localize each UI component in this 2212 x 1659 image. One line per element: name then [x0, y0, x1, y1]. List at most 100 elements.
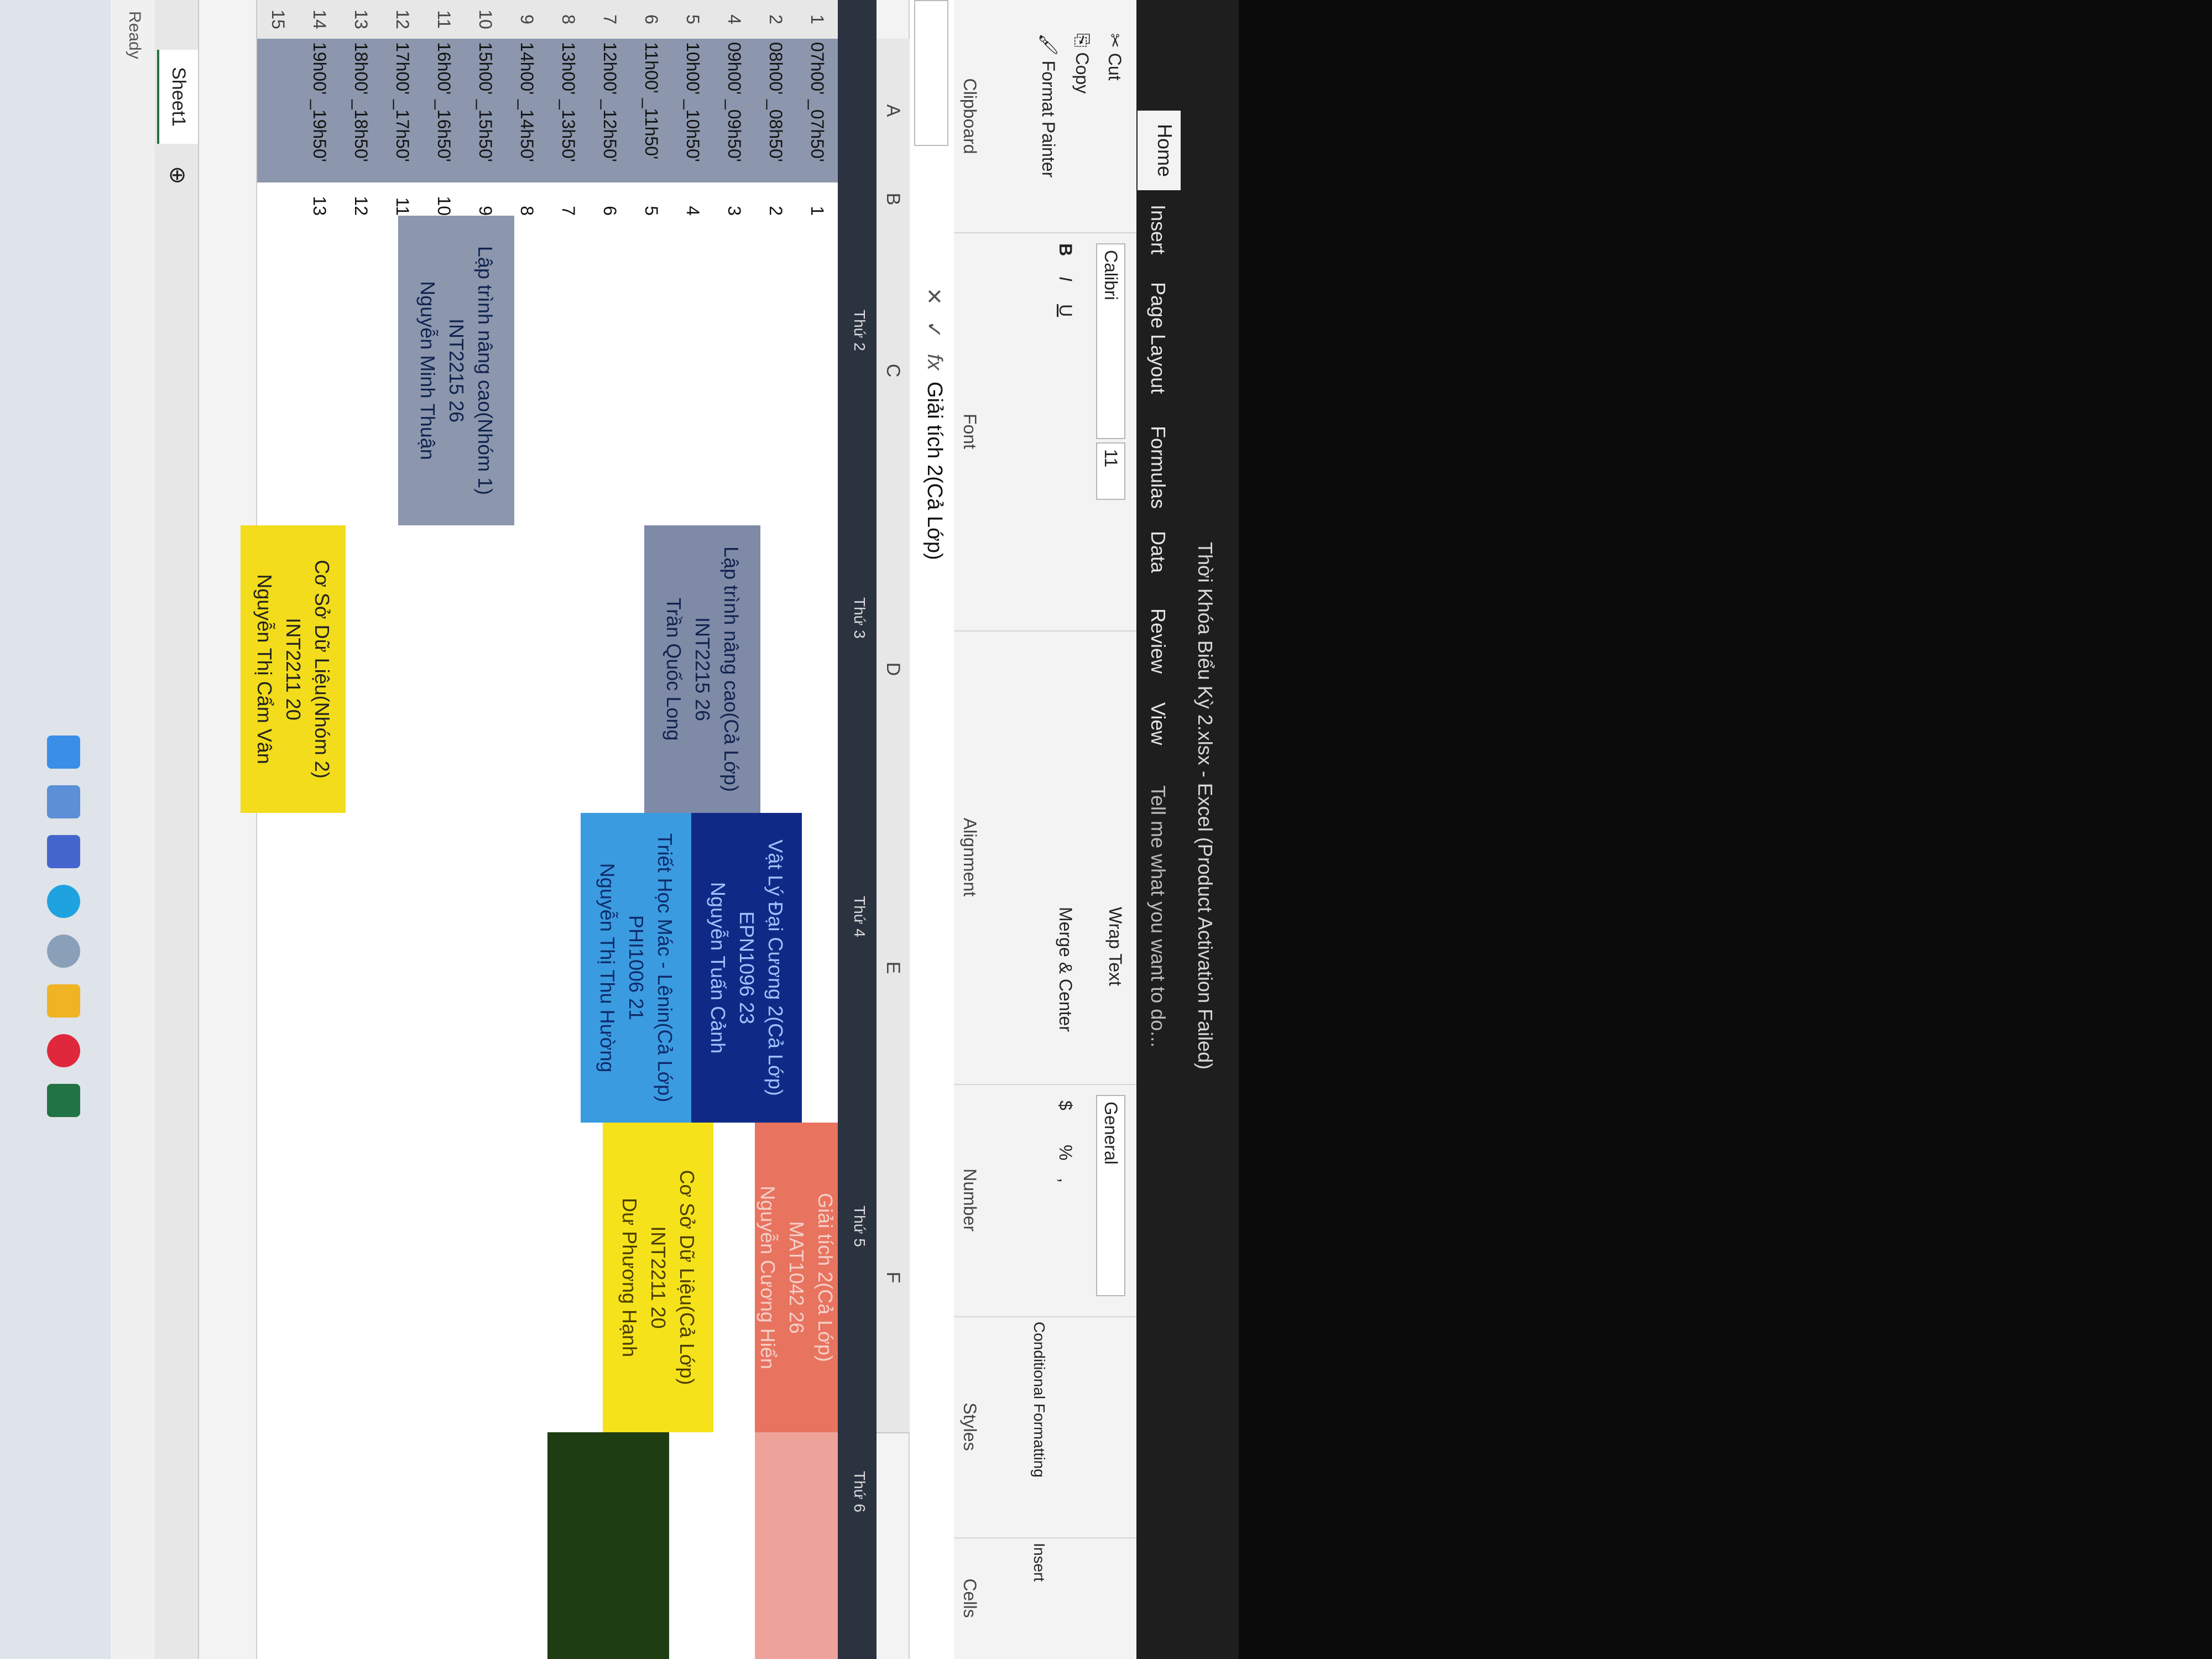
time-cell[interactable]: 19h00' _19h50'	[298, 39, 340, 187]
font-size-select[interactable]: 11	[1096, 442, 1125, 500]
period-index-cell[interactable]: 7	[546, 182, 589, 217]
tab-page-layout[interactable]: Page Layout	[1146, 282, 1170, 394]
bold-button[interactable]: B	[1055, 243, 1076, 256]
task-view-icon[interactable]	[47, 785, 80, 818]
time-cell[interactable]: 09h00' _09h50'	[712, 39, 755, 187]
row-header[interactable]: 15	[256, 0, 299, 40]
tab-data[interactable]: Data	[1146, 531, 1170, 573]
row-header[interactable]: 11	[422, 0, 465, 40]
period-index-cell[interactable]: 9	[463, 182, 506, 217]
conditional-formatting-button[interactable]: Conditional Formatting	[1030, 1322, 1048, 1478]
class-block-csdl-nhom2[interactable]: Cơ Sở Dữ Liệu(Nhóm 2) INT2211 20 Nguyễn …	[241, 525, 346, 813]
period-index-cell[interactable]: 13	[298, 182, 340, 217]
row-header[interactable]: 10	[463, 0, 506, 40]
row-header[interactable]: 4	[712, 0, 755, 40]
time-cell[interactable]: 16h00' _16h50'	[422, 39, 465, 187]
row-header[interactable]: 1	[795, 0, 838, 40]
period-index-cell[interactable]: 5	[629, 182, 672, 217]
class-block-csdl-calop[interactable]: Cơ Sở Dữ Liệu(Cả Lớp) INT2211 20 Dư Phươ…	[603, 1123, 713, 1432]
row-cells[interactable]	[339, 216, 382, 1659]
column-header-a[interactable]: A	[875, 39, 910, 184]
cancel-icon[interactable]: ✕	[921, 288, 946, 305]
fx-icon[interactable]: fx	[922, 354, 946, 371]
class-block-giai-tich[interactable]: Giải tích 2(Cả Lớp) MAT1042 26 Nguyễn Cư…	[755, 1123, 838, 1432]
tell-me[interactable]: Tell me what you want to do...	[1146, 785, 1170, 1047]
row-cells[interactable]	[298, 216, 340, 1659]
class-block-triet[interactable]: Triết Học Mác - Lênin(Cả Lớp) PHI1006 21…	[581, 813, 691, 1123]
windows-start-icon[interactable]	[47, 735, 80, 769]
period-index-cell[interactable]: 6	[588, 182, 630, 217]
column-header-e[interactable]: E	[875, 813, 910, 1124]
time-cell[interactable]: 13h00' _13h50'	[546, 39, 589, 187]
row-header[interactable]: 6	[629, 0, 672, 40]
file-explorer-icon[interactable]	[47, 984, 80, 1018]
number-format-select[interactable]: General	[1096, 1095, 1125, 1296]
tab-view[interactable]: View	[1146, 702, 1170, 745]
name-box[interactable]	[914, 0, 948, 146]
settings-icon[interactable]	[47, 935, 80, 968]
column-header-d[interactable]: D	[875, 525, 910, 814]
row-header[interactable]: 7	[588, 0, 630, 40]
time-cell[interactable]	[256, 39, 299, 187]
opera-icon[interactable]	[47, 1034, 80, 1067]
time-cell[interactable]: 07h00' _07h50'	[795, 39, 838, 187]
wrap-text-button[interactable]: Wrap Text	[1105, 907, 1125, 986]
day-header: Thứ 4	[851, 896, 868, 1006]
period-index-cell[interactable]: 1	[795, 182, 838, 217]
class-block-vat-ly[interactable]: Vật Lý Đại Cương 2(Cả Lớp) EPN1096 23 Ng…	[691, 813, 802, 1123]
class-block-ltnc-nhom1[interactable]: Lập trình nâng cao(Nhóm 1) INT2215 26 Ng…	[398, 216, 514, 525]
insert-cells-button[interactable]: Insert	[1030, 1543, 1048, 1582]
add-sheet-button[interactable]: ⊕	[165, 166, 190, 185]
time-cell[interactable]: 12h00' _12h50'	[588, 39, 630, 187]
row-header[interactable]: 5	[671, 0, 713, 40]
format-painter-button[interactable]: 🖌 Format Painter	[1038, 33, 1059, 178]
formula-input[interactable]: Giải tích 2(Cả Lớp)	[922, 382, 946, 560]
tab-insert[interactable]: Insert	[1146, 205, 1170, 254]
row-cells[interactable]	[256, 216, 299, 1659]
row-header[interactable]: 14	[298, 0, 340, 40]
row-header[interactable]: 9	[505, 0, 547, 40]
excel-icon[interactable]	[47, 1084, 80, 1117]
sheet-tab-sheet1[interactable]: Sheet1	[157, 50, 198, 144]
cut-button[interactable]: ✂ Cut	[1104, 33, 1125, 81]
tab-review[interactable]: Review	[1146, 608, 1170, 674]
row-header[interactable]: 2	[754, 0, 796, 40]
edge-icon[interactable]	[47, 885, 80, 918]
column-header-c[interactable]: C	[875, 216, 910, 526]
comma-button[interactable]: ,	[1055, 1178, 1076, 1183]
copy-button[interactable]: ⎘ Copy	[1071, 33, 1092, 93]
period-index-cell[interactable]: 12	[339, 182, 382, 217]
column-header-b[interactable]: B	[875, 182, 910, 217]
row-header[interactable]: 12	[380, 0, 423, 40]
row-header[interactable]: 13	[339, 0, 382, 40]
tab-home[interactable]: Home	[1138, 111, 1181, 191]
period-index-cell[interactable]: 4	[671, 182, 713, 217]
time-cell[interactable]: 14h00' _14h50'	[505, 39, 547, 187]
time-cell[interactable]: 11h00' _11h50'	[629, 39, 672, 187]
time-cell[interactable]: 10h00' _10h50'	[671, 39, 713, 187]
class-block-partial-1[interactable]	[755, 1432, 838, 1659]
time-cell[interactable]: 18h00' _18h50'	[339, 39, 382, 187]
class-block-ltnc-calop[interactable]: Lập trình nâng cao(Cả Lớp) INT2215 26 Tr…	[644, 525, 760, 813]
row-header[interactable]: 8	[546, 0, 589, 40]
currency-button[interactable]: $	[1055, 1100, 1076, 1110]
period-index-cell[interactable]: 11	[380, 182, 423, 217]
period-index-cell[interactable]: 10	[422, 182, 465, 217]
time-cell[interactable]: 08h00' _08h50'	[754, 39, 796, 187]
percent-button[interactable]: %	[1055, 1145, 1076, 1160]
period-index-cell[interactable]	[256, 182, 299, 217]
widgets-icon[interactable]	[47, 835, 80, 868]
underline-button[interactable]: U	[1055, 304, 1076, 317]
period-index-cell[interactable]: 8	[505, 182, 547, 217]
font-name-select[interactable]: Calibri	[1096, 243, 1125, 439]
column-header-f[interactable]: F	[875, 1123, 910, 1433]
enter-icon[interactable]: ✓	[921, 321, 946, 338]
time-cell[interactable]: 15h00' _15h50'	[463, 39, 506, 187]
period-index-cell[interactable]: 2	[754, 182, 796, 217]
italic-button[interactable]: I	[1055, 276, 1076, 281]
time-cell[interactable]: 17h00' _17h50'	[380, 39, 423, 187]
class-block-partial-2[interactable]	[547, 1432, 669, 1659]
merge-center-button[interactable]: Merge & Center	[1055, 907, 1076, 1032]
tab-formulas[interactable]: Formulas	[1146, 426, 1170, 509]
period-index-cell[interactable]: 3	[712, 182, 755, 217]
